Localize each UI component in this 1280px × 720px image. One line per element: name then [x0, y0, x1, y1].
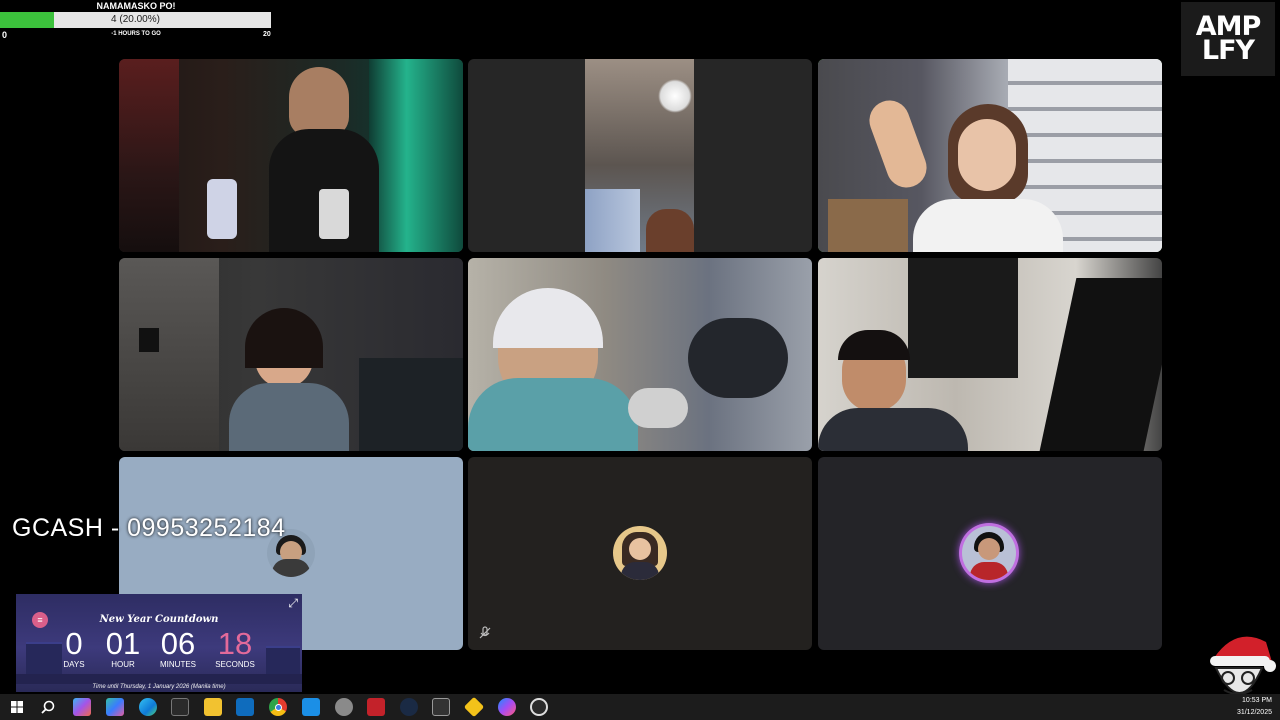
obs-icon[interactable]: [530, 698, 548, 716]
goal-progress-label: 4 (20.00%): [111, 14, 160, 25]
gray-app-icon[interactable]: [335, 698, 353, 716]
video-tile-host[interactable]: [119, 59, 463, 252]
outlook-icon[interactable]: [236, 698, 254, 716]
steam-icon[interactable]: [400, 698, 418, 716]
countdown-title: New Year Countdown: [99, 614, 219, 625]
goal-title: NAMAMASKO PO!: [96, 1, 176, 11]
copilot-icon[interactable]: [73, 698, 91, 716]
expand-icon[interactable]: ⤢: [288, 596, 298, 611]
mic-muted-icon: [478, 626, 494, 642]
hours-label: HOUR: [111, 660, 135, 669]
voicemeeter-icon[interactable]: [367, 698, 385, 716]
clock-date: 31/12/2025: [1236, 709, 1272, 716]
minutes-value: 06: [160, 626, 196, 661]
days-label: DAYS: [63, 660, 85, 669]
video-tile-6[interactable]: [818, 258, 1162, 451]
days-value: 0: [65, 626, 83, 661]
countdown-footer: Time until Thursday, 1 January 2026 (Man…: [92, 684, 226, 690]
dotted-app-icon[interactable]: [432, 698, 450, 716]
edge-icon[interactable]: [139, 698, 157, 716]
amplfy-logo: AMP LFY: [1181, 2, 1275, 76]
messenger-icon[interactable]: [498, 698, 516, 716]
windows-taskbar: 10:53 PM 31/12/2025: [0, 694, 1280, 720]
hours-value: 01: [105, 626, 141, 661]
video-tile-4[interactable]: [119, 258, 463, 451]
gcash-overlay-text: GCASH - 09953252184: [12, 514, 286, 542]
participant-avatar-speaking: [962, 526, 1016, 580]
participant-avatar: [613, 526, 667, 580]
system-clock[interactable]: 10:53 PM 31/12/2025: [1237, 695, 1272, 719]
seconds-value: 18: [217, 626, 253, 661]
blue-app-icon[interactable]: [302, 698, 320, 716]
copilot-365-icon[interactable]: [106, 698, 124, 716]
minutes-label: MINUTES: [160, 660, 196, 669]
seconds-label: SECONDS: [215, 660, 255, 669]
yellow-app-icon[interactable]: [463, 696, 485, 718]
chrome-icon[interactable]: [269, 698, 287, 716]
countdown-days: 0 DAYS: [56, 626, 92, 670]
video-tile-3-active-speaker[interactable]: [818, 59, 1162, 252]
countdown-hours: 01 HOUR: [98, 626, 148, 670]
goal-time-remaining: -1 HOURS TO GO: [111, 31, 161, 37]
goal-progress-bar: 4 (20.00%): [0, 12, 271, 28]
microsoft-store-icon[interactable]: [171, 698, 189, 716]
goal-widget: NAMAMASKO PO! 4 (20.00%) 0 -1 HOURS TO G…: [0, 0, 272, 40]
avatar-tile-8[interactable]: [468, 457, 812, 650]
file-explorer-icon[interactable]: [204, 698, 222, 716]
search-icon[interactable]: [39, 698, 57, 716]
video-tile-2[interactable]: [468, 59, 812, 252]
avatar-tile-9[interactable]: [818, 457, 1162, 650]
countdown-minutes: 06 MINUTES: [152, 626, 204, 670]
goal-max: 20: [263, 31, 271, 38]
countdown-seconds: 18 SECONDS: [210, 626, 260, 670]
windows-start-icon[interactable]: [8, 698, 26, 716]
video-tile-5[interactable]: [468, 258, 812, 451]
clock-time: 10:53 PM: [1242, 697, 1272, 704]
logo-line-2: LFY: [1201, 35, 1255, 66]
new-year-countdown-widget: ≡ ⤢ New Year Countdown 0 DAYS 01 HOUR 06…: [16, 594, 302, 692]
